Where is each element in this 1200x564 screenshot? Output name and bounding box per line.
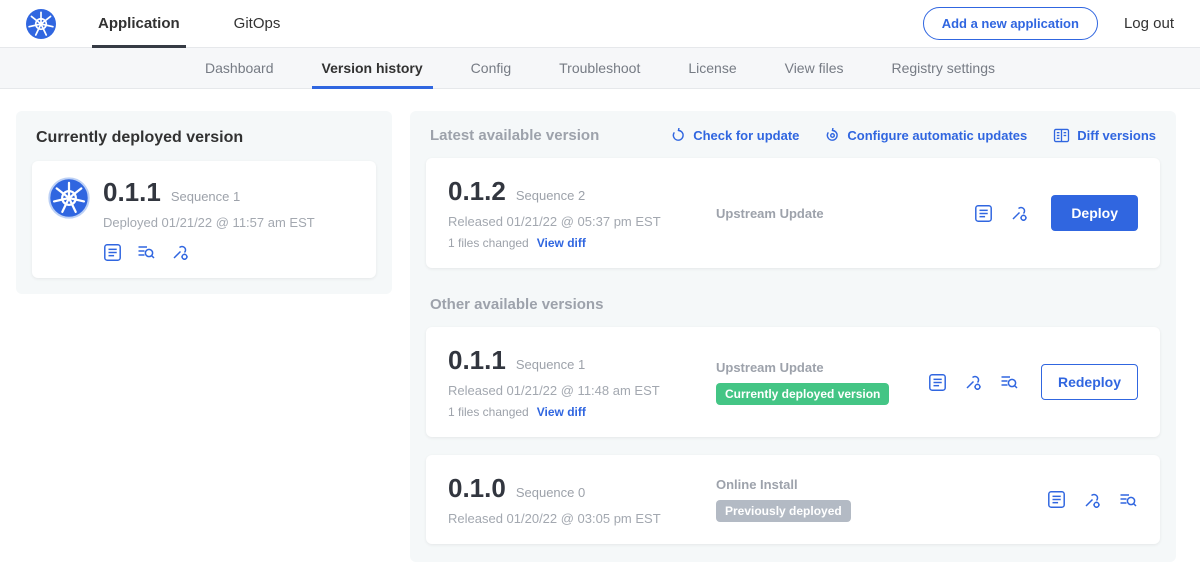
config-icon[interactable]	[170, 242, 190, 262]
topnav-right: Add a new application Log out	[923, 7, 1174, 40]
version-number: 0.1.0	[448, 473, 506, 504]
config-icon[interactable]	[963, 372, 983, 392]
config-icon[interactable]	[1009, 203, 1029, 223]
files-changed: 1 files changed	[448, 236, 529, 250]
currently-deployed-panel: Currently deployed version	[16, 111, 392, 294]
kubernetes-logo-icon	[26, 9, 56, 39]
tab-application-label: Application	[98, 15, 180, 32]
files-changed: 1 files changed	[448, 405, 529, 419]
subnav-license-label: License	[688, 60, 736, 76]
diff-versions-icon	[1053, 127, 1070, 144]
release-notes-icon[interactable]	[974, 204, 993, 223]
redeploy-button[interactable]: Redeploy	[1041, 364, 1138, 400]
view-diff-link[interactable]: View diff	[537, 405, 586, 419]
subnav-version-history-label: Version history	[322, 60, 423, 76]
deploy-button[interactable]: Deploy	[1051, 195, 1138, 231]
deployed-version-number: 0.1.1	[103, 177, 161, 208]
tab-application[interactable]: Application	[92, 0, 186, 48]
auto-update-icon	[825, 128, 840, 143]
currently-deployed-title: Currently deployed version	[36, 129, 376, 147]
diff-versions-link[interactable]: Diff versions	[1053, 127, 1156, 144]
view-diff-icon[interactable]	[1118, 490, 1138, 510]
view-diff-link[interactable]: View diff	[537, 236, 586, 250]
app-icon	[48, 177, 90, 219]
subnav-view-files-label: View files	[785, 60, 844, 76]
main-content: Currently deployed version	[0, 89, 1200, 562]
version-number: 0.1.1	[448, 345, 506, 376]
version-card-0-1-1: 0.1.1 Sequence 1 Released 01/21/22 @ 11:…	[426, 327, 1160, 437]
release-notes-icon[interactable]	[103, 243, 122, 262]
add-application-button[interactable]: Add a new application	[923, 7, 1098, 40]
view-diff-icon[interactable]	[999, 372, 1019, 392]
tab-gitops-label: GitOps	[234, 15, 281, 32]
subnav-troubleshoot-label: Troubleshoot	[559, 60, 640, 76]
version-sequence: Sequence 1	[516, 357, 585, 372]
version-source: Online Install	[716, 477, 798, 492]
config-icon[interactable]	[1082, 490, 1102, 510]
release-notes-icon[interactable]	[928, 373, 947, 392]
latest-available-title: Latest available version	[430, 127, 599, 144]
released-date: Released 01/21/22 @ 05:37 pm EST	[448, 214, 716, 229]
version-source: Upstream Update	[716, 206, 824, 221]
version-card-0-1-2: 0.1.2 Sequence 2 Released 01/21/22 @ 05:…	[426, 158, 1160, 268]
refresh-icon	[671, 128, 686, 143]
subnav-item-license[interactable]: License	[664, 48, 760, 88]
subnav-dashboard-label: Dashboard	[205, 60, 274, 76]
subnav-item-config[interactable]: Config	[447, 48, 535, 88]
diff-versions-label: Diff versions	[1077, 128, 1156, 143]
other-versions-title: Other available versions	[430, 296, 1156, 313]
check-for-update-link[interactable]: Check for update	[671, 127, 799, 144]
deployed-version-card: 0.1.1 Sequence 1 Deployed 01/21/22 @ 11:…	[32, 161, 376, 278]
check-for-update-label: Check for update	[693, 128, 799, 143]
logout-link[interactable]: Log out	[1124, 15, 1174, 32]
currently-deployed-badge: Currently deployed version	[716, 383, 889, 405]
deployed-date: Deployed 01/21/22 @ 11:57 am EST	[103, 215, 315, 230]
subnav-item-view-files[interactable]: View files	[761, 48, 868, 88]
version-source: Upstream Update	[716, 360, 824, 375]
configure-automatic-updates-label: Configure automatic updates	[847, 128, 1027, 143]
version-sequence: Sequence 2	[516, 188, 585, 203]
subnav-item-troubleshoot[interactable]: Troubleshoot	[535, 48, 664, 88]
tab-gitops[interactable]: GitOps	[228, 0, 287, 48]
top-navbar: Application GitOps Add a new application…	[0, 0, 1200, 48]
released-date: Released 01/21/22 @ 11:48 am EST	[448, 383, 716, 398]
version-history-panel: Latest available version Check for updat…	[410, 111, 1176, 562]
released-date: Released 01/20/22 @ 03:05 pm EST	[448, 511, 716, 526]
configure-automatic-updates-link[interactable]: Configure automatic updates	[825, 127, 1027, 144]
subnav-registry-settings-label: Registry settings	[892, 60, 995, 76]
previously-deployed-badge: Previously deployed	[716, 500, 851, 522]
version-card-0-1-0: 0.1.0 Sequence 0 Released 01/20/22 @ 03:…	[426, 455, 1160, 544]
subnav-item-dashboard[interactable]: Dashboard	[181, 48, 298, 88]
subnav-item-registry-settings[interactable]: Registry settings	[868, 48, 1019, 88]
subnav-item-version-history[interactable]: Version history	[298, 48, 447, 88]
release-notes-icon[interactable]	[1047, 490, 1066, 509]
version-sequence: Sequence 0	[516, 485, 585, 500]
subnav-config-label: Config	[471, 60, 511, 76]
app-subnav: Dashboard Version history Config Trouble…	[0, 48, 1200, 89]
view-diff-icon[interactable]	[136, 242, 156, 262]
deployed-sequence: Sequence 1	[171, 189, 240, 204]
version-number: 0.1.2	[448, 176, 506, 207]
